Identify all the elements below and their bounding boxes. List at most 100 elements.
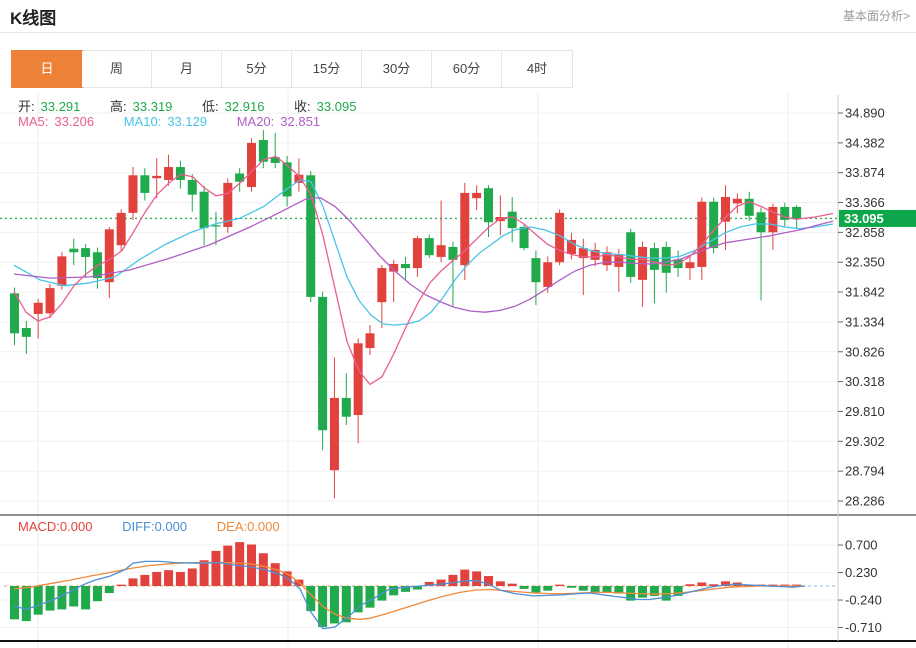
- candle-body: [329, 397, 339, 471]
- fundamental-analysis-link[interactable]: 基本面分析>: [843, 7, 910, 24]
- last-price-badge-text: 33.095: [844, 211, 884, 226]
- candle: [412, 235, 422, 277]
- ohlc-row: 开: 33.291 高: 33.319 低: 32.916 收: 33.095: [18, 96, 362, 115]
- macd-bar: [21, 586, 31, 622]
- ma10-label: MA10:: [123, 114, 162, 129]
- period-tabs: 日周月 5分 15分 30分 60分 4时: [11, 50, 573, 88]
- macd-bar: [223, 545, 233, 586]
- ma5-label: MA5:: [18, 114, 49, 129]
- macd-bar: [10, 586, 19, 620]
- candle: [507, 197, 517, 243]
- tab-6[interactable]: 30分: [362, 51, 432, 87]
- macd-bar: [460, 569, 470, 586]
- macd-bar: [555, 584, 565, 586]
- candle-body: [341, 397, 351, 417]
- macd-value: 0.000: [59, 519, 93, 534]
- macd-bar: [140, 574, 150, 586]
- price-tick-label: 34.382: [845, 135, 885, 150]
- macd-bar: [448, 574, 458, 586]
- macd-bar: [211, 550, 221, 586]
- tab-5[interactable]: 15分: [292, 51, 362, 87]
- candle: [318, 291, 328, 451]
- macd-bar: [472, 571, 482, 586]
- open-label: 开:: [18, 99, 35, 114]
- candle-body: [318, 296, 328, 431]
- candle: [116, 209, 126, 251]
- candle-body: [140, 175, 150, 193]
- ma-row: MA5: 33.206 MA10: 33.129 MA20: 32.851: [18, 114, 326, 129]
- tab-3[interactable]: 月: [152, 51, 222, 87]
- candle-body: [81, 248, 91, 257]
- candle: [495, 195, 505, 236]
- price-tick-label: 28.286: [845, 493, 885, 508]
- macd-bar: [270, 563, 280, 586]
- price-tick-label: 28.794: [845, 464, 885, 479]
- macd-bar: [235, 542, 245, 586]
- macd-bar: [104, 586, 114, 594]
- candle-body: [116, 212, 126, 246]
- price-tick-label: 32.350: [845, 255, 885, 270]
- macd-bar: [507, 583, 517, 586]
- candle-body: [69, 248, 79, 253]
- candle-body: [484, 188, 493, 223]
- candle: [21, 320, 31, 354]
- candle-body: [507, 211, 517, 229]
- candle: [69, 238, 79, 266]
- dea-value: 0.000: [247, 519, 280, 534]
- diff-value: 0.000: [154, 519, 188, 534]
- macd-bar: [531, 586, 541, 593]
- tab-1[interactable]: 日: [11, 50, 83, 88]
- macd-tick-label: -0.240: [845, 593, 882, 608]
- header-divider: [0, 32, 916, 33]
- candle-body: [543, 262, 553, 287]
- candle: [424, 234, 434, 259]
- tab-7[interactable]: 60分: [432, 51, 502, 87]
- close-label: 收:: [294, 99, 311, 114]
- candle-body: [424, 238, 434, 256]
- candle: [128, 167, 138, 220]
- tab-8[interactable]: 4时: [502, 51, 572, 87]
- price-tick-label: 29.302: [845, 434, 885, 449]
- tab-2[interactable]: 周: [82, 51, 152, 87]
- diff-line: [13, 560, 806, 630]
- macd-bar: [590, 586, 600, 593]
- tab-4[interactable]: 5分: [222, 51, 292, 87]
- macd-tick-label: 0.230: [845, 565, 878, 580]
- candle-body: [175, 167, 185, 180]
- low-label: 低:: [202, 99, 219, 114]
- macd-bar: [128, 578, 138, 586]
- macd-histogram: [10, 542, 802, 627]
- ma20-label: MA20:: [236, 114, 275, 129]
- candle-body: [401, 263, 411, 269]
- price-tick-label: 31.334: [845, 314, 885, 329]
- macd-bar: [33, 586, 43, 615]
- candle-body: [649, 248, 659, 270]
- candle-body: [353, 343, 363, 415]
- low-value: 32.916: [224, 99, 265, 114]
- candle-body: [247, 142, 256, 188]
- macd-bar: [81, 586, 91, 610]
- macd-bar: [175, 571, 185, 586]
- ma5-value: 33.206: [54, 114, 95, 129]
- candle: [10, 287, 19, 346]
- open-value: 33.291: [40, 99, 81, 114]
- candle-body: [697, 201, 707, 267]
- macd-label: MACD:: [18, 519, 60, 534]
- candle: [484, 185, 493, 237]
- candle: [341, 373, 351, 425]
- candle: [104, 226, 114, 299]
- candle: [697, 197, 707, 280]
- candle-body: [519, 226, 529, 249]
- candle: [329, 357, 339, 499]
- price-tick-label: 30.826: [845, 344, 885, 359]
- price-tick-label: 32.858: [845, 225, 885, 240]
- candle-body: [33, 302, 43, 314]
- diff-label: DIFF:: [122, 519, 155, 534]
- macd-bar: [365, 586, 375, 608]
- candle-body: [472, 192, 482, 199]
- macd-bar: [199, 560, 209, 586]
- candle-body: [377, 268, 387, 303]
- macd-bar: [543, 586, 553, 591]
- macd-row: MACD:0.000 DIFF:0.000 DEA:0.000: [18, 519, 286, 534]
- candle: [353, 338, 363, 444]
